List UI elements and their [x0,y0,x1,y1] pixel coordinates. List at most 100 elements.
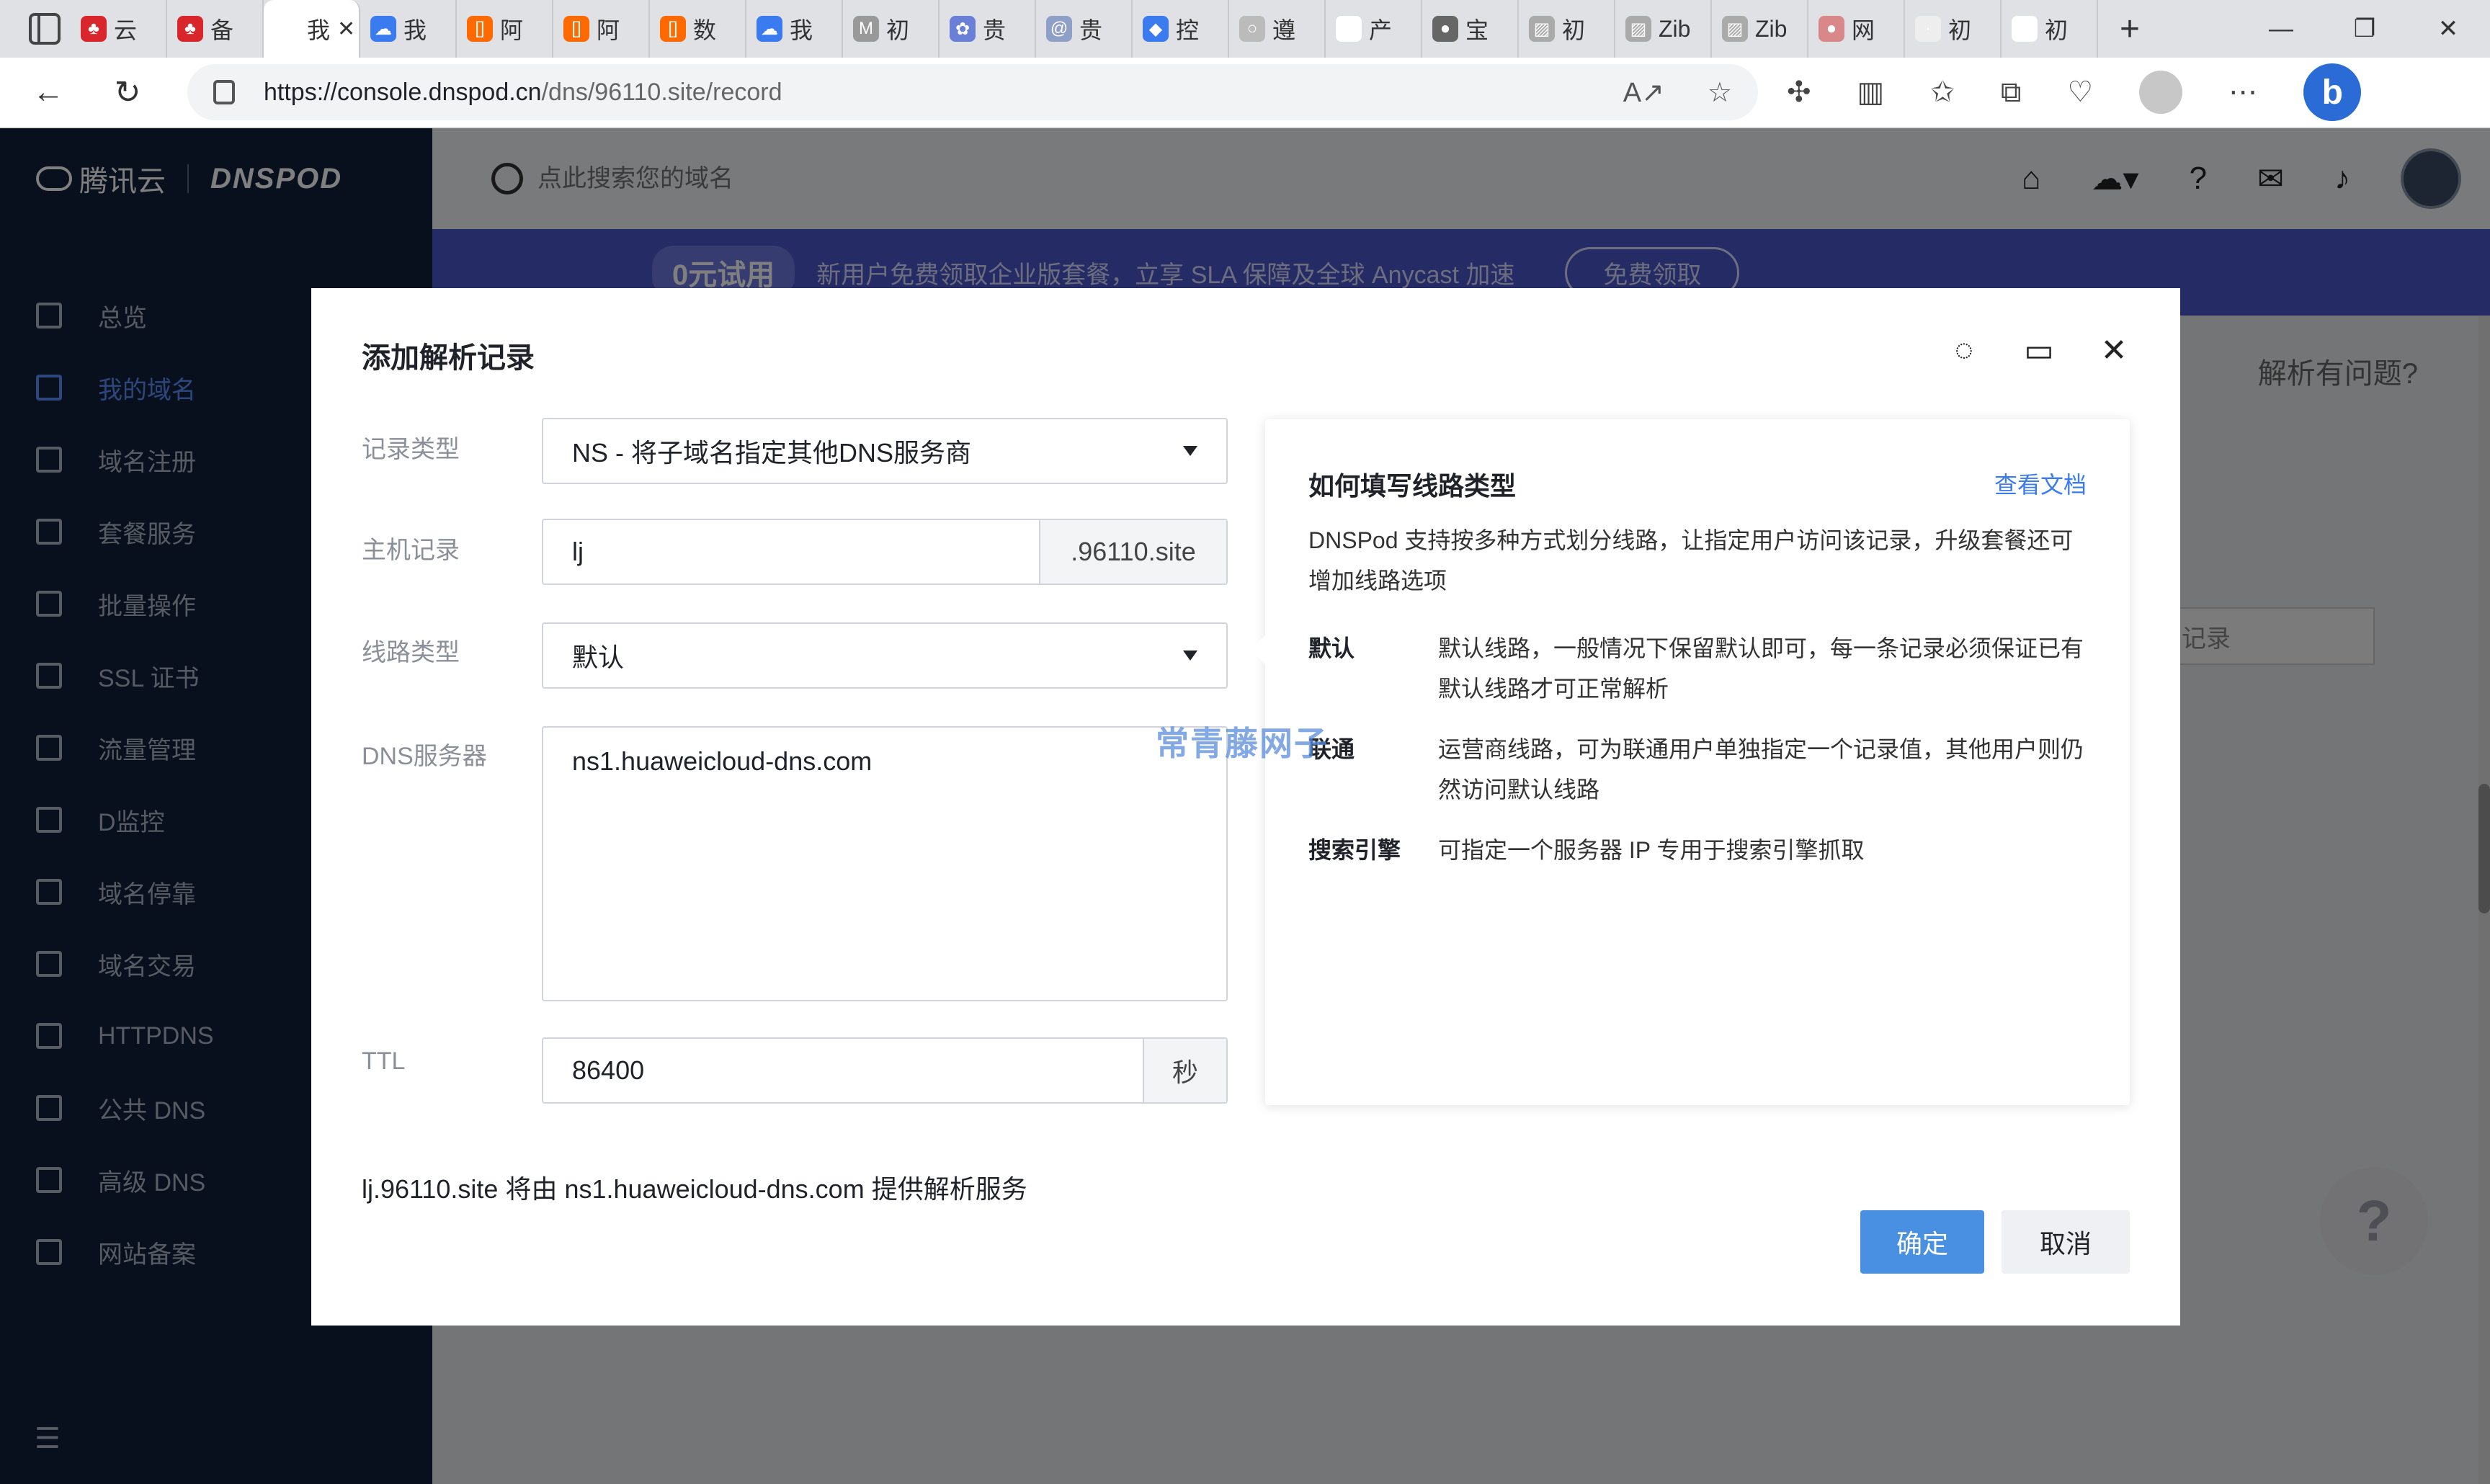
tab-favicon-icon [274,16,300,42]
tab-favicon-icon: ● [1819,16,1844,42]
tab-title: 宝 [1465,17,1489,43]
favorite-star-icon[interactable]: ☆ [1708,76,1732,109]
record-type-value: NS - 将子域名指定其他DNS服务商 [572,438,972,468]
tab-title: 初 [1948,17,1972,43]
url-input[interactable]: https://console.dnspod.cn/dns/96110.site… [187,64,1758,120]
browser-address-bar: ← ↻ https://console.dnspod.cn/dns/96110.… [0,58,2490,128]
record-summary: lj.96110.site 将由 ns1.huaweicloud-dns.com… [362,1174,1027,1204]
help-title: 如何填写线路类型 [1308,471,1517,501]
browser-tab[interactable]: ♣ 备 [167,0,264,58]
browser-tab[interactable]: ▯ 产 [1326,0,1422,58]
view-docs-link[interactable]: 查看文档 [1994,467,2087,500]
chevron-down-icon [1183,446,1197,456]
browser-tab[interactable]: [] 数 [650,0,746,58]
help-row-search-engine: 搜索引擎 可指定一个服务器 IP 专用于搜索引擎抓取 [1308,830,2087,870]
tab-favicon-icon: [] [660,16,686,42]
browser-tab[interactable]: ● 网 [1808,0,1905,58]
ttl-unit: 秒 [1143,1039,1226,1102]
browser-tab[interactable]: ✿ 贵 [940,0,1036,58]
browser-tab[interactable]: ☁ 我 [360,0,457,58]
tab-title: 初 [886,17,910,43]
tab-title: 初 [2045,17,2069,43]
browser-tab[interactable]: M初 [843,0,940,58]
dns-server-label: DNS服务器 [362,743,487,770]
browser-tab[interactable]: 我 ✕ [264,0,360,58]
help-row-value: 默认线路，一般情况下保留默认即可，每一条记录必须保证已有默认线路才可正常解析 [1438,635,2084,702]
tab-favicon-icon: [] [563,16,589,42]
back-icon[interactable]: ← [17,74,79,110]
line-type-select[interactable]: 默认 [542,622,1228,689]
more-icon[interactable]: ⋯ [2228,76,2257,109]
extensions-icon[interactable]: ✣ [1787,76,1811,109]
host-suffix: .96110.site [1039,520,1226,584]
split-screen-icon[interactable]: ▥ [1857,76,1885,109]
dns-server-textarea[interactable]: ns1.huaweicloud-dns.com [542,726,1228,1001]
tab-favicon-icon: ☁ [757,16,782,42]
tab-favicon-icon: M [853,16,879,42]
browser-tab[interactable]: ▨ Zib [1615,0,1712,58]
browser-tab[interactable]: ♣ 云 [71,0,167,58]
host-input[interactable]: lj [543,537,1039,567]
dialog-title: 添加解析记录 [362,342,535,374]
ttl-field[interactable]: 86400 秒 [542,1037,1228,1104]
performance-icon[interactable]: ♡ [2067,76,2093,109]
browser-tab[interactable]: ● 宝 [1422,0,1519,58]
tab-favicon-icon: ♣ [81,16,107,42]
browser-tab[interactable]: ○ 遵 [1229,0,1326,58]
minimize-icon[interactable]: — [2239,15,2323,43]
cancel-button[interactable]: 取消 [2002,1210,2130,1274]
read-aloud-icon[interactable]: A↗ [1623,76,1664,109]
tab-title: 我 [403,17,427,43]
browser-tab[interactable]: [] 阿 [457,0,553,58]
browser-tab[interactable]: ▨ 初 [1519,0,1615,58]
tab-actions-icon[interactable] [29,13,61,45]
restore-icon[interactable]: ❐ [2323,14,2406,43]
maximize-icon[interactable]: ▭ [2023,333,2055,368]
watermark-text: 常青藤网子 [1156,725,1329,762]
tab-title: 初 [1562,17,1586,43]
tab-title: 产 [1369,17,1393,43]
help-row-value: 可指定一个服务器 IP 专用于搜索引擎抓取 [1438,837,1865,863]
browser-tab[interactable]: [] 阿 [553,0,650,58]
ttl-label: TTL [362,1047,406,1075]
browser-tab[interactable]: @ 贵 [1036,0,1133,58]
collections-icon[interactable]: ⧉ [2001,76,2022,109]
browser-tab[interactable]: ▨ Zib [1712,0,1808,58]
tab-title: 贵 [983,17,1007,43]
new-tab-button[interactable]: + [2098,9,2161,49]
favorites-icon[interactable]: ✩ [1930,76,1955,109]
ttl-input[interactable]: 86400 [543,1055,1143,1086]
tab-close-icon[interactable]: ✕ [337,17,355,42]
tab-favicon-icon: ▨ [1529,16,1555,42]
help-row-unicom: 联通 运营商线路，可为联通用户单独指定一个记录值，其他用户则仍然访问默认线路 [1308,729,2087,810]
help-row-value: 运营商线路，可为联通用户单独指定一个记录值，其他用户则仍然访问默认线路 [1438,736,2084,803]
tab-title: 备 [210,17,234,43]
line-label: 线路类型 [362,639,460,666]
browser-tab[interactable]: ☁ 我 [746,0,843,58]
tab-title: 阿 [597,17,620,43]
host-field[interactable]: lj .96110.site [542,519,1228,585]
refresh-icon[interactable]: ↻ [97,74,159,111]
record-type-select[interactable]: NS - 将子域名指定其他DNS服务商 [542,418,1228,484]
profile-avatar[interactable] [2139,71,2183,114]
browser-toolbar: ✣ ▥ ✩ ⧉ ♡ ⋯ b [1787,63,2362,121]
close-window-icon[interactable]: ✕ [2406,14,2490,43]
tab-title: 遵 [1272,17,1296,43]
feedback-icon[interactable]: ◌ [1948,332,1980,367]
close-icon[interactable]: ✕ [2098,333,2130,368]
browser-tab[interactable]: ▯ 初 [2002,0,2098,58]
lock-icon[interactable] [213,80,235,104]
browser-tab[interactable]: ◆ 控 [1133,0,1229,58]
tab-favicon-icon: ● [1432,16,1458,42]
help-description: DNSPod 支持按多种方式划分线路，让指定用户访问该记录，升级套餐还可增加线路… [1308,527,2074,594]
confirm-button[interactable]: 确定 [1860,1210,1984,1274]
tab-title: 我 [790,17,813,43]
browser-tab-bar: ♣ 云 ♣ 备我 ✕ ☁ 我[] 阿[] 阿[] 数 ☁ 我 M 初 ✿ 贵 @ 贵 ◆ 控 ○ 遵 ▯ 产 ● 宝 ▨ 初 ▨ Zib ▨… [0,0,2490,58]
browser-tab[interactable]: · 初 [1905,0,2002,58]
record-type-label: 记录类型 [362,436,460,463]
copilot-icon[interactable]: b [2303,63,2362,121]
tab-title: 阿 [500,17,524,43]
url-host: https://console.dnspod.cn [264,78,542,106]
tab-favicon-icon: ▨ [1625,16,1651,42]
tab-title: 贵 [1079,17,1103,43]
